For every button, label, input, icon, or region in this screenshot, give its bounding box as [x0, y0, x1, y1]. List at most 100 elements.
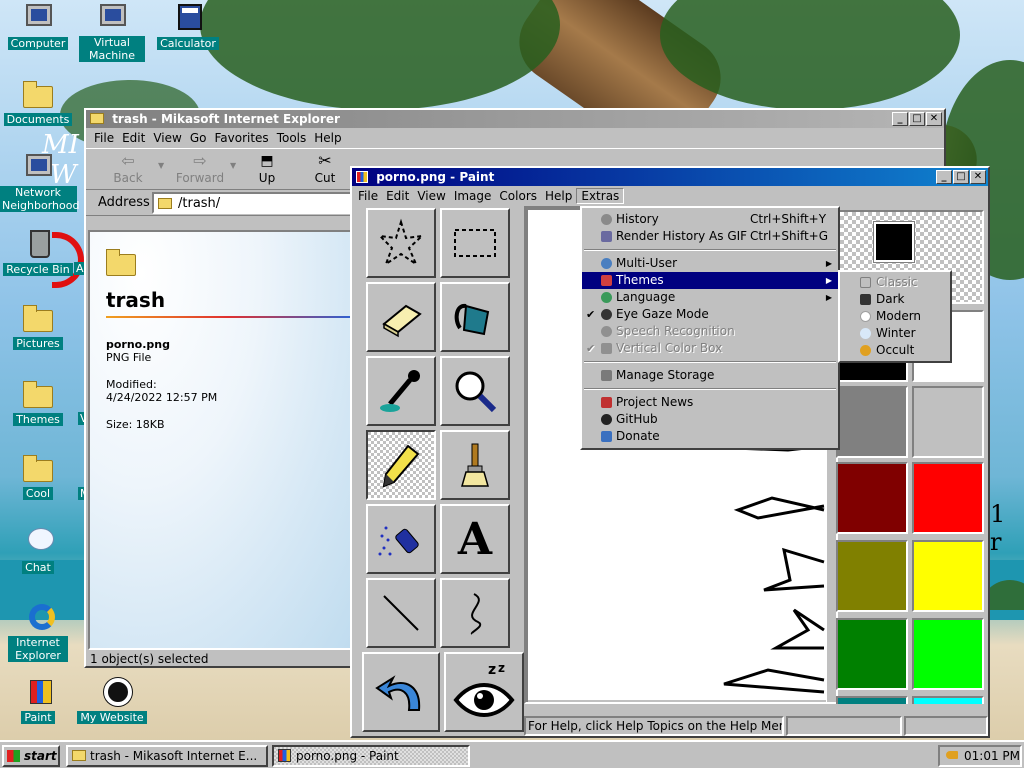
- theme-item-modern[interactable]: Modern: [840, 308, 950, 325]
- back-arrow-icon: ⇦: [121, 151, 135, 170]
- menu-view[interactable]: View: [413, 189, 449, 203]
- folder-icon: [158, 198, 172, 209]
- menu-item-speech-recognition[interactable]: Speech Recognition: [582, 323, 838, 340]
- tool-line[interactable]: [366, 578, 436, 648]
- canvas-horizontal-scrollbar[interactable]: [528, 700, 826, 702]
- address-input[interactable]: /trash/: [152, 192, 352, 214]
- tool-magnifier[interactable]: [440, 356, 510, 426]
- tool-eraser[interactable]: [366, 282, 436, 352]
- menu-item-project-news[interactable]: Project News: [582, 394, 838, 411]
- desktop-icon-internet-explorer[interactable]: Internet Explorer: [0, 602, 78, 662]
- donate-icon: [601, 431, 612, 442]
- up-folder-icon: ⬒: [260, 153, 274, 169]
- desktop-icon-recycle-bin[interactable]: Recycle Bin: [0, 228, 78, 276]
- forward-button[interactable]: ⇨ Forward: [168, 151, 232, 185]
- back-button[interactable]: ⇦ Back: [96, 151, 160, 185]
- menu-favorites[interactable]: Favorites: [210, 131, 272, 145]
- up-button[interactable]: ⬒ Up: [242, 151, 292, 185]
- back-dropdown-icon[interactable]: ▼: [158, 161, 164, 170]
- desktop-icon-pictures[interactable]: Pictures: [0, 302, 78, 350]
- menu-edit[interactable]: Edit: [118, 131, 149, 145]
- color-swatch[interactable]: [836, 696, 908, 704]
- close-button[interactable]: ✕: [926, 112, 942, 126]
- paint-title-bar[interactable]: porno.png - Paint _ □ ✕: [352, 168, 988, 186]
- desktop-icon-documents[interactable]: Documents: [0, 78, 78, 126]
- maximize-button[interactable]: □: [909, 112, 925, 126]
- start-button[interactable]: start: [2, 745, 60, 767]
- tool-free-form-select[interactable]: [366, 208, 436, 278]
- menu-help[interactable]: Help: [310, 131, 345, 145]
- tool-airbrush[interactable]: [366, 504, 436, 574]
- explorer-title-bar[interactable]: trash - Mikasoft Internet Explorer _ □ ✕: [86, 110, 944, 128]
- menu-colors[interactable]: Colors: [495, 189, 541, 203]
- menu-extras[interactable]: Extras: [576, 188, 625, 204]
- menu-help[interactable]: Help: [541, 189, 576, 203]
- clock[interactable]: 01:01 PM: [964, 749, 1020, 763]
- menu-view[interactable]: View: [149, 131, 185, 145]
- tool-brush[interactable]: [440, 430, 510, 500]
- key-icon[interactable]: [946, 751, 958, 759]
- minimize-button[interactable]: _: [892, 112, 908, 126]
- maximize-button[interactable]: □: [953, 170, 969, 184]
- menu-item-label: Classic: [876, 275, 918, 289]
- menu-file[interactable]: File: [90, 131, 118, 145]
- color-swatch[interactable]: [912, 696, 984, 704]
- minimize-button[interactable]: _: [936, 170, 952, 184]
- tool-eye-gaze[interactable]: zz: [444, 652, 524, 732]
- cut-button[interactable]: ✂ Cut: [300, 151, 350, 185]
- color-swatch[interactable]: [836, 618, 908, 690]
- desktop-icon-network[interactable]: Network Neighborhood: [0, 152, 79, 212]
- menu-tools[interactable]: Tools: [273, 131, 311, 145]
- tool-color-picker[interactable]: [366, 356, 436, 426]
- tool-fill[interactable]: [440, 282, 510, 352]
- desktop-icon-chat[interactable]: Chat: [0, 526, 78, 574]
- menu-item-history[interactable]: History Ctrl+Shift+Y: [582, 211, 838, 228]
- tool-text[interactable]: A: [440, 504, 510, 574]
- tool-undo[interactable]: [362, 652, 440, 732]
- menu-file[interactable]: File: [354, 189, 382, 203]
- menu-item-render-history-gif[interactable]: Render History As GIF Ctrl+Shift+G: [582, 228, 838, 245]
- brush-icon: [461, 443, 489, 487]
- desktop-icon-label: Pictures: [13, 337, 63, 350]
- color-swatch[interactable]: [836, 386, 908, 458]
- close-button[interactable]: ✕: [970, 170, 986, 184]
- color-swatch[interactable]: [912, 540, 984, 612]
- menu-item-vertical-color-box[interactable]: ✔ Vertical Color Box: [582, 340, 838, 357]
- desktop-icon-themes[interactable]: Themes: [0, 378, 78, 426]
- menu-item-manage-storage[interactable]: Manage Storage: [582, 367, 838, 384]
- forward-dropdown-icon[interactable]: ▼: [230, 161, 236, 170]
- desktop-icon-virtual-machine[interactable]: Virtual Machine: [72, 2, 152, 62]
- menu-item-language[interactable]: Language ▶: [582, 289, 838, 306]
- theme-item-winter[interactable]: Winter: [840, 325, 950, 342]
- color-swatch[interactable]: [912, 386, 984, 458]
- menu-image[interactable]: Image: [450, 189, 496, 203]
- color-swatch[interactable]: [836, 540, 908, 612]
- theme-item-occult[interactable]: Occult: [840, 342, 950, 359]
- explorer-menubar: File Edit View Go Favorites Tools Help: [86, 128, 944, 148]
- primary-color[interactable]: [873, 221, 915, 263]
- menu-item-github[interactable]: GitHub: [582, 411, 838, 428]
- desktop-icon-paint[interactable]: Paint: [0, 676, 78, 724]
- desktop-icon-my-website[interactable]: My Website: [72, 676, 152, 724]
- taskbar-item-paint[interactable]: porno.png - Paint: [272, 745, 470, 767]
- theme-item-dark[interactable]: Dark: [840, 291, 950, 308]
- theme-item-classic[interactable]: Classic: [840, 274, 950, 291]
- menu-item-multi-user[interactable]: Multi-User ▶: [582, 255, 838, 272]
- color-swatch[interactable]: [836, 462, 908, 534]
- menu-item-label: Manage Storage: [616, 368, 715, 382]
- menu-item-eye-gaze-mode[interactable]: ✔ Eye Gaze Mode: [582, 306, 838, 323]
- desktop-icon-calculator[interactable]: Calculator: [148, 2, 228, 50]
- tool-pencil[interactable]: [366, 430, 436, 500]
- desktop-icon-computer[interactable]: Computer: [0, 2, 78, 50]
- menu-item-themes[interactable]: Themes ▶: [582, 272, 838, 289]
- tool-rectangle-select[interactable]: [440, 208, 510, 278]
- menu-item-donate[interactable]: Donate: [582, 428, 838, 445]
- tool-curve[interactable]: [440, 578, 510, 648]
- menu-go[interactable]: Go: [186, 131, 211, 145]
- start-label: start: [24, 749, 57, 763]
- color-swatch[interactable]: [912, 462, 984, 534]
- menu-edit[interactable]: Edit: [382, 189, 413, 203]
- desktop-icon-cool[interactable]: Cool: [0, 452, 78, 500]
- color-swatch[interactable]: [912, 618, 984, 690]
- taskbar-item-explorer[interactable]: trash - Mikasoft Internet E...: [66, 745, 268, 767]
